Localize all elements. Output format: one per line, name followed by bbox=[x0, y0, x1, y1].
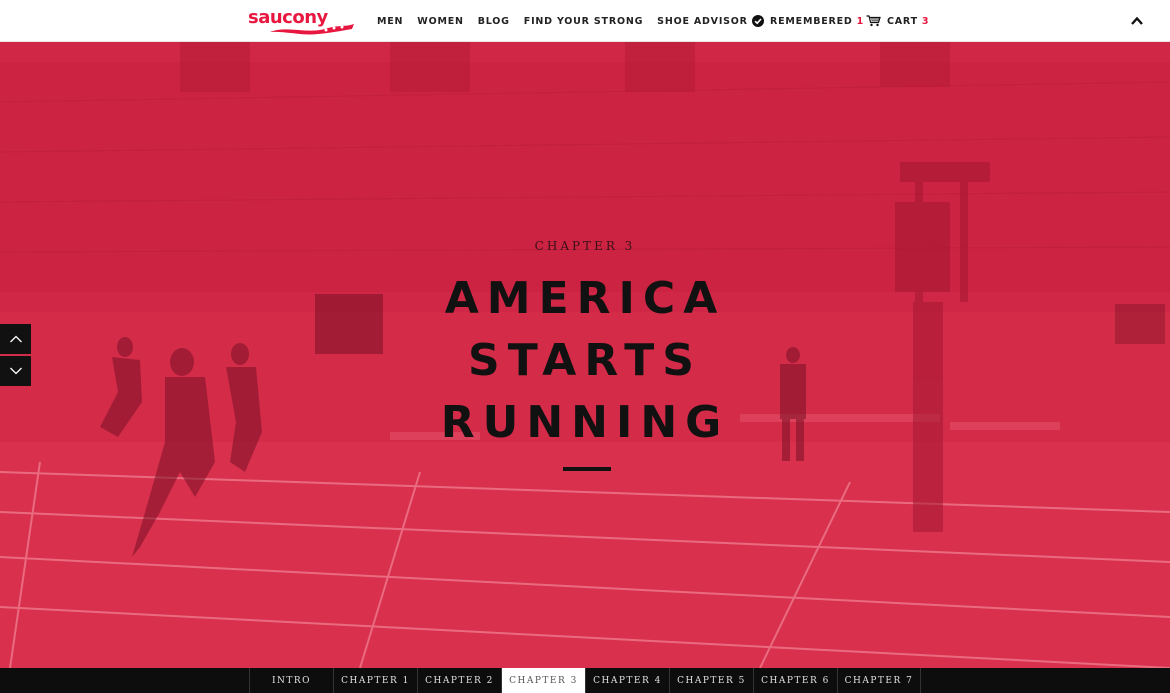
tab-chapter-6[interactable]: CHAPTER 6 bbox=[753, 668, 837, 693]
tab-chapter-4[interactable]: CHAPTER 4 bbox=[585, 668, 669, 693]
headline-line-1: AMERICA bbox=[444, 273, 726, 324]
chapter-nav: INTRO CHAPTER 1 CHAPTER 2 CHAPTER 3 CHAP… bbox=[0, 668, 1170, 693]
chevron-down-icon bbox=[9, 367, 22, 375]
cart-icon bbox=[866, 15, 881, 27]
site-header: saucony MEN WOMEN BLOG FIND YOUR STRONG … bbox=[0, 0, 1170, 42]
chevron-up-icon bbox=[1131, 16, 1143, 25]
remembered-label: REMEMBERED 1 bbox=[770, 15, 865, 27]
main-nav: MEN WOMEN BLOG FIND YOUR STRONG SHOE ADV… bbox=[377, 0, 748, 42]
nav-item-find-your-strong[interactable]: FIND YOUR STRONG bbox=[524, 16, 643, 27]
nav-item-women[interactable]: WOMEN bbox=[417, 16, 463, 27]
tab-chapter-3[interactable]: CHAPTER 3 bbox=[501, 668, 585, 693]
next-chapter-button[interactable] bbox=[0, 356, 31, 386]
remembered-link[interactable]: REMEMBERED 1 bbox=[752, 0, 864, 42]
nav-item-shoe-advisor[interactable]: SHOE ADVISOR bbox=[657, 16, 748, 27]
tab-chapter-7[interactable]: CHAPTER 7 bbox=[837, 668, 921, 693]
tab-chapter-2[interactable]: CHAPTER 2 bbox=[417, 668, 501, 693]
tab-intro[interactable]: INTRO bbox=[249, 668, 333, 693]
chapter-tabs: INTRO CHAPTER 1 CHAPTER 2 CHAPTER 3 CHAP… bbox=[249, 668, 921, 693]
chevron-up-icon bbox=[9, 335, 22, 343]
nav-item-men[interactable]: MEN bbox=[377, 16, 403, 27]
chapter-stepper bbox=[0, 324, 31, 386]
collapse-header-button[interactable] bbox=[1128, 12, 1146, 30]
tab-chapter-5[interactable]: CHAPTER 5 bbox=[669, 668, 753, 693]
cart-link[interactable]: CART 3 bbox=[866, 0, 929, 42]
cart-label: CART 3 bbox=[887, 15, 930, 27]
chapter-hero: CHAPTER 3 AMERICA STARTS RUNNING bbox=[0, 42, 1170, 668]
headline-line-2: STARTS bbox=[468, 335, 702, 386]
cart-count: 3 bbox=[921, 15, 930, 27]
previous-chapter-button[interactable] bbox=[0, 324, 31, 354]
saucony-logo[interactable]: saucony bbox=[248, 7, 358, 37]
chapter-headline: AMERICA STARTS RUNNING bbox=[0, 268, 1170, 454]
remembered-count: 1 bbox=[856, 15, 865, 27]
headline-divider bbox=[563, 467, 611, 471]
nav-item-blog[interactable]: BLOG bbox=[478, 16, 510, 27]
chapter-number: CHAPTER 3 bbox=[534, 239, 636, 253]
tab-chapter-1[interactable]: CHAPTER 1 bbox=[333, 668, 417, 693]
headline-line-3: RUNNING bbox=[440, 397, 730, 448]
logo-swoosh-icon bbox=[270, 24, 354, 35]
check-circle-icon bbox=[752, 15, 764, 27]
